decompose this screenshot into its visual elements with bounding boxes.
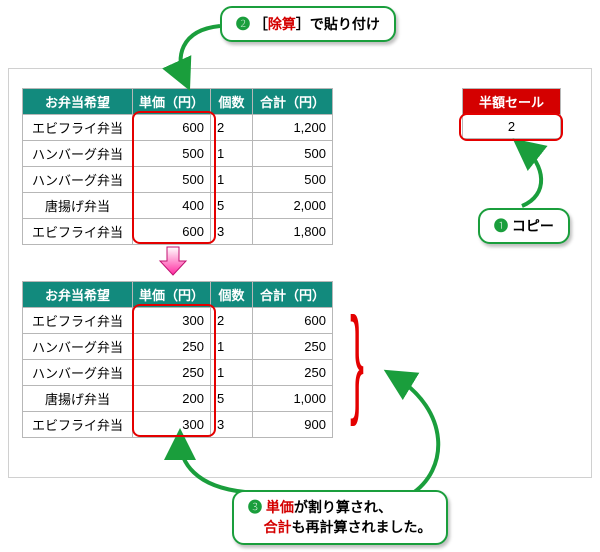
callout-num: ❶ xyxy=(494,218,508,234)
th-price: 単価（円） xyxy=(133,89,211,115)
th-name: お弁当希望 xyxy=(23,282,133,308)
th-total: 合計（円） xyxy=(253,89,333,115)
th-qty: 個数 xyxy=(211,282,253,308)
table-row: 唐揚げ弁当40052,000 xyxy=(23,193,333,219)
table-row: エビフライ弁当60021,200 xyxy=(23,115,333,141)
table-row: ハンバーグ弁当5001500 xyxy=(23,167,333,193)
callout-copy: ❶ コピー xyxy=(478,208,570,244)
callout-result: ❸ 単価が割り算され、 合計も再計算されました。 xyxy=(232,490,448,545)
sale-value[interactable]: 2 xyxy=(463,115,561,139)
table-row: ハンバーグ弁当2501250 xyxy=(23,334,333,360)
sale-box: 半額セール 2 xyxy=(462,88,561,139)
pink-down-arrow-icon xyxy=(158,245,188,282)
table-before: お弁当希望 単価（円） 個数 合計（円） エビフライ弁当60021,200 ハン… xyxy=(22,88,333,245)
th-price: 単価（円） xyxy=(133,282,211,308)
sale-header: 半額セール xyxy=(463,89,561,115)
table-row: ハンバーグ弁当2501250 xyxy=(23,360,333,386)
th-name: お弁当希望 xyxy=(23,89,133,115)
table-row: ハンバーグ弁当5001500 xyxy=(23,141,333,167)
callout-divide-word: 除算 xyxy=(268,16,296,32)
table-row: エビフライ弁当60031,800 xyxy=(23,219,333,245)
callout-paste-divide: ❷ ［除算］で貼り付け xyxy=(220,6,396,42)
table-row: エビフライ弁当3002600 xyxy=(23,308,333,334)
callout-num: ❷ xyxy=(236,16,250,32)
table-row: 唐揚げ弁当20051,000 xyxy=(23,386,333,412)
table-after: お弁当希望 単価（円） 個数 合計（円） エビフライ弁当3002600 ハンバー… xyxy=(22,281,333,438)
callout-num: ❸ xyxy=(248,499,262,515)
th-qty: 個数 xyxy=(211,89,253,115)
th-total: 合計（円） xyxy=(253,282,333,308)
table-row: エビフライ弁当3003900 xyxy=(23,412,333,438)
